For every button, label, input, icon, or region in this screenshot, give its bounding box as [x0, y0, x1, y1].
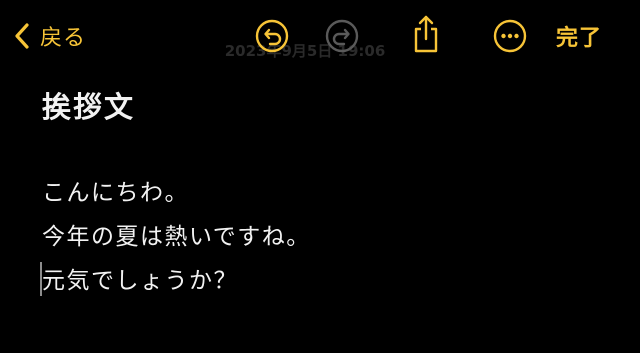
note-line[interactable]: 元気でしょうか？ — [40, 261, 602, 305]
top-toolbar: 戻る 2023年9月5日 19:06 完了 — [0, 0, 640, 72]
note-line[interactable]: 今年の夏は熱いですね。 — [42, 217, 602, 261]
note-title[interactable]: 挨拶文 — [42, 84, 135, 126]
share-button[interactable] — [408, 14, 444, 54]
share-icon — [411, 14, 441, 54]
chevron-left-icon — [14, 22, 30, 50]
back-button[interactable]: 戻る — [14, 18, 86, 54]
notes-editor: 戻る 2023年9月5日 19:06 完了 挨拶文 こんにちわ。 今年の夏は熱い… — [0, 0, 640, 353]
undo-icon — [255, 19, 289, 53]
note-line[interactable]: こんにちわ。 — [42, 173, 602, 217]
note-date-title: 2023年9月5日 19:06 — [224, 42, 386, 60]
note-line-text: 元気でしょうか？ — [42, 268, 238, 294]
redo-icon — [325, 19, 359, 53]
done-button[interactable]: 完了 — [556, 20, 602, 52]
back-label: 戻る — [40, 26, 87, 51]
undo-button[interactable] — [254, 18, 290, 54]
redo-button[interactable] — [324, 18, 360, 54]
text-cursor — [40, 262, 42, 296]
more-button[interactable] — [492, 18, 528, 54]
note-body[interactable]: こんにちわ。 今年の夏は熱いですね。 元気でしょうか？ — [40, 173, 602, 305]
more-icon — [493, 19, 527, 53]
